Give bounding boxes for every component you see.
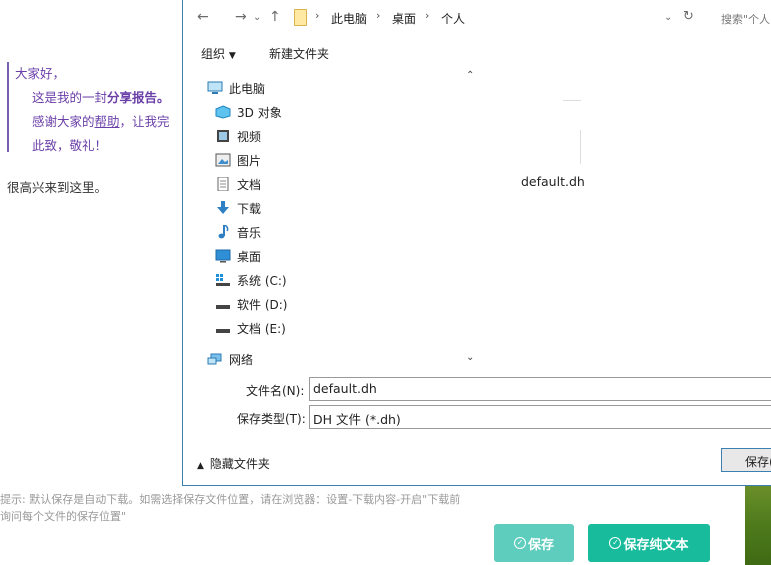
check-circle-icon: ✓	[609, 537, 622, 549]
letter-line-2: 这是我的一封分享报告。	[32, 90, 170, 105]
chevron-right-icon[interactable]: ›	[425, 9, 429, 22]
refresh-icon[interactable]: ↻	[683, 9, 694, 24]
caret-down-icon: ▼	[228, 51, 236, 61]
background-image-edge	[745, 486, 771, 565]
filetype-select[interactable]: DH 文件 (*.dh)	[309, 405, 771, 429]
check-circle-icon: ✓	[513, 537, 526, 549]
music-note-icon	[215, 224, 231, 239]
save-plain-text-button[interactable]: ✓ 保存纯文本	[588, 524, 710, 562]
up-arrow-icon[interactable]: ↑	[269, 9, 281, 25]
hide-folders-toggle[interactable]: ▲ 隐藏文件夹	[197, 455, 270, 472]
filetype-label: 保存类型(T):	[237, 412, 306, 426]
cube-3d-icon	[215, 105, 231, 119]
organize-menu[interactable]: 组织 ▼	[201, 45, 236, 62]
nav-drive-e[interactable]: 文档 (E:)	[215, 317, 286, 339]
breadcrumb-personal[interactable]: 个人	[441, 10, 465, 27]
desktop-icon	[215, 249, 231, 263]
breadcrumb-desktop[interactable]: 桌面	[392, 10, 416, 27]
network-icon	[207, 352, 223, 366]
nav-documents[interactable]: 文档	[215, 173, 261, 195]
file-thumbnail-edge	[580, 130, 581, 164]
picture-icon	[215, 153, 231, 167]
nav-downloads[interactable]: 下载	[215, 197, 261, 219]
nav-pictures[interactable]: 图片	[215, 149, 261, 171]
help-link[interactable]: 帮助	[95, 114, 120, 129]
navigation-pane: ⌃ 此电脑 3D 对象 视频 图片 文档 下载 音乐 桌面 系统 (C:) 软件…	[183, 66, 483, 376]
letter-line-1: 大家好，	[15, 66, 66, 81]
recent-dropdown-icon[interactable]: ⌄	[253, 12, 261, 23]
computer-icon	[207, 81, 223, 95]
welcome-text: 很高兴来到这里。	[7, 180, 108, 195]
filename-label: 文件名(N):	[246, 384, 305, 398]
dialog-toolbar: 组织 ▼ 新建文件夹	[183, 38, 771, 66]
drive-icon	[215, 297, 231, 311]
chevron-right-icon[interactable]: ›	[376, 9, 380, 22]
file-list-area	[483, 66, 771, 366]
caret-up-icon: ▲	[197, 461, 204, 471]
folder-icon	[294, 9, 307, 26]
forward-arrow-icon[interactable]: →	[235, 9, 247, 25]
document-icon	[215, 176, 231, 192]
nav-music[interactable]: 音乐	[215, 221, 261, 243]
nav-desktop[interactable]: 桌面	[215, 245, 261, 267]
letter-blockquote: 大家好， 这是我的一封分享报告。 感谢大家的帮助，让我完 此致，敬礼！	[7, 62, 187, 153]
filename-input[interactable]: default.dh	[309, 377, 771, 401]
save-file-dialog: ← → ⌄ ↑ › 此电脑 › 桌面 › 个人 ⌄ ↻ 搜索"个人" 组织 ▼ …	[182, 0, 771, 486]
nav-this-pc[interactable]: 此电脑	[207, 77, 265, 99]
system-drive-icon	[215, 273, 231, 287]
file-item-default-dh[interactable]: default.dh	[521, 174, 585, 189]
address-dropdown-icon[interactable]: ⌄	[664, 12, 672, 23]
search-input[interactable]: 搜索"个人"	[721, 11, 771, 27]
save-button[interactable]: ✓ 保存	[494, 524, 574, 562]
file-thumbnail-edge	[563, 100, 581, 101]
nav-drive-c[interactable]: 系统 (C:)	[215, 269, 287, 291]
drive-icon	[215, 321, 231, 335]
letter-line-4: 此致，敬礼！	[32, 138, 108, 153]
download-hint: 提示: 默认保存是自动下载。如需选择保存文件位置，请在浏览器：设置-下载内容-开…	[0, 493, 461, 523]
new-folder-button[interactable]: 新建文件夹	[269, 45, 329, 62]
letter-line-3: 感谢大家的帮助，让我完	[32, 114, 170, 129]
nav-network[interactable]: 网络	[207, 348, 253, 370]
scroll-up-icon[interactable]: ⌃	[466, 70, 474, 81]
nav-3d-objects[interactable]: 3D 对象	[215, 101, 282, 123]
dialog-save-button[interactable]: 保存(S)	[721, 448, 771, 472]
breadcrumb-this-pc[interactable]: 此电脑	[331, 10, 367, 27]
back-arrow-icon[interactable]: ←	[197, 9, 209, 25]
download-arrow-icon	[215, 201, 231, 215]
scroll-down-icon[interactable]: ⌄	[466, 352, 474, 363]
address-bar-row: ← → ⌄ ↑ › 此电脑 › 桌面 › 个人 ⌄ ↻ 搜索"个人"	[183, 0, 771, 36]
video-icon	[215, 129, 231, 143]
nav-videos[interactable]: 视频	[215, 125, 261, 147]
chevron-right-icon[interactable]: ›	[315, 9, 319, 22]
nav-drive-d[interactable]: 软件 (D:)	[215, 293, 287, 315]
